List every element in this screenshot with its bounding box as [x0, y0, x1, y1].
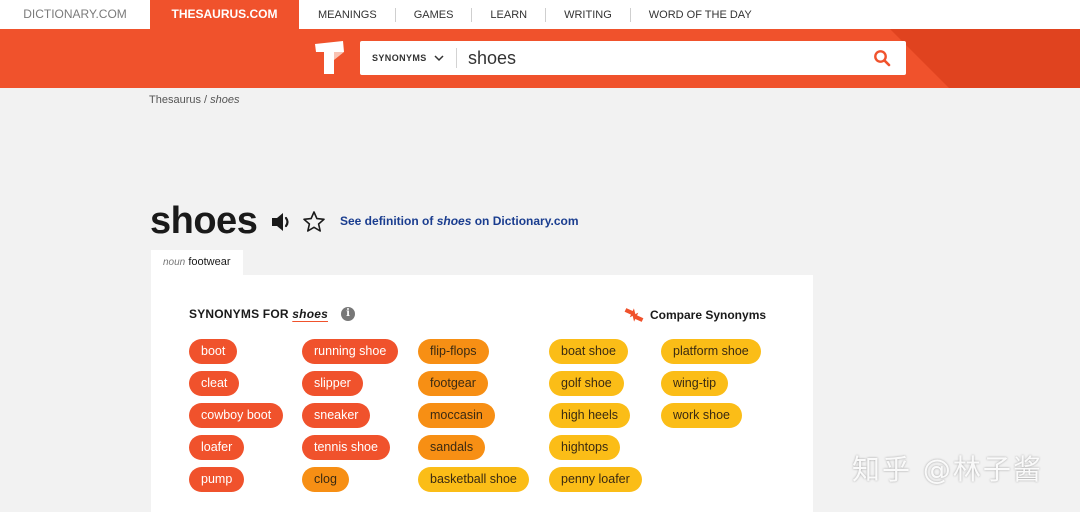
headword: shoes [150, 200, 258, 242]
synonyms-heading-prefix: SYNONYMS FOR [189, 307, 289, 321]
synonyms-card: SYNONYMS FOR shoes i Compare Synonyms bo… [151, 275, 813, 512]
breadcrumb-root[interactable]: Thesaurus [149, 94, 201, 106]
synonym-chip[interactable]: hightops [549, 435, 621, 460]
synonym-chip[interactable]: work shoe [661, 403, 742, 428]
synonym-chip[interactable]: wing-tip [661, 371, 729, 396]
synonym-chip[interactable]: cleat [189, 371, 240, 396]
synonym-chip[interactable]: moccasin [418, 403, 495, 428]
search-divider [456, 48, 457, 68]
synonym-chip[interactable]: running shoe [302, 339, 399, 364]
synonym-chip[interactable]: penny loafer [549, 467, 642, 492]
definition-link-prefix: See definition of [340, 214, 434, 228]
main-menu: MEANINGS GAMES LEARN WRITING WORD OF THE… [300, 0, 770, 29]
search-banner: SYNONYMS [0, 29, 1080, 88]
synonym-chip[interactable]: footgear [418, 371, 488, 396]
definition-link-suffix: on Dictionary.com [474, 214, 579, 228]
favorite-star-icon[interactable] [302, 210, 326, 234]
synonym-chip[interactable]: basketball shoe [418, 467, 529, 492]
menu-item-meanings[interactable]: MEANINGS [300, 8, 395, 22]
synonym-chip[interactable]: cowboy boot [189, 403, 284, 428]
synonym-chip[interactable]: high heels [549, 403, 630, 428]
synonyms-heading-word: shoes [292, 307, 328, 321]
sense-label: footwear [188, 256, 231, 268]
synonym-chip[interactable]: sneaker [302, 403, 371, 428]
breadcrumb-separator: / [204, 94, 208, 106]
watermark: 知乎 @林子酱 [852, 453, 1043, 486]
speaker-icon[interactable] [270, 211, 294, 233]
menu-item-games[interactable]: GAMES [394, 7, 472, 22]
synonym-chip[interactable]: pump [189, 467, 245, 492]
synonym-chip[interactable]: clog [302, 467, 349, 492]
compare-arrows-icon[interactable] [624, 307, 644, 323]
top-navigation: DICTIONARY.COM THESAURUS.COM MEANINGS GA… [0, 0, 1080, 29]
chevron-down-icon[interactable] [434, 53, 444, 63]
synonym-chip[interactable]: slipper [302, 371, 363, 396]
thesaurus-logo-icon[interactable] [313, 40, 347, 76]
site-tab-thesaurus[interactable]: THESAURUS.COM [150, 0, 299, 29]
breadcrumb: Thesaurus / shoes [149, 94, 240, 106]
synonym-chip[interactable]: sandals [418, 435, 486, 460]
definition-link-word: shoes [436, 214, 472, 228]
menu-item-writing[interactable]: WRITING [545, 7, 630, 22]
definition-link[interactable]: See definition of shoes on Dictionary.co… [340, 214, 579, 228]
synonyms-heading: SYNONYMS FOR shoes [189, 307, 328, 321]
synonym-chip[interactable]: boot [189, 339, 238, 364]
banner-shadow [890, 29, 1080, 88]
synonym-chip[interactable]: platform shoe [661, 339, 761, 364]
search-icon[interactable] [873, 49, 891, 67]
info-icon[interactable]: i [341, 307, 355, 321]
menu-item-word-of-the-day[interactable]: WORD OF THE DAY [629, 7, 770, 22]
compare-synonyms-button[interactable]: Compare Synonyms [650, 308, 766, 322]
sense-tab[interactable]: noun footwear [151, 250, 243, 275]
menu-item-learn[interactable]: LEARN [471, 7, 545, 22]
breadcrumb-current: shoes [210, 94, 240, 106]
search-input[interactable] [468, 44, 858, 72]
part-of-speech: noun [163, 257, 186, 268]
search-box: SYNONYMS [360, 41, 906, 75]
synonym-chip[interactable]: boat shoe [549, 339, 628, 364]
synonym-chip[interactable]: flip-flops [418, 339, 489, 364]
site-tab-dictionary[interactable]: DICTIONARY.COM [0, 0, 150, 29]
search-type-select[interactable]: SYNONYMS [372, 41, 427, 75]
synonym-chip[interactable]: loafer [189, 435, 245, 460]
synonym-chip[interactable]: tennis shoe [302, 435, 390, 460]
synonym-chip[interactable]: golf shoe [549, 371, 624, 396]
